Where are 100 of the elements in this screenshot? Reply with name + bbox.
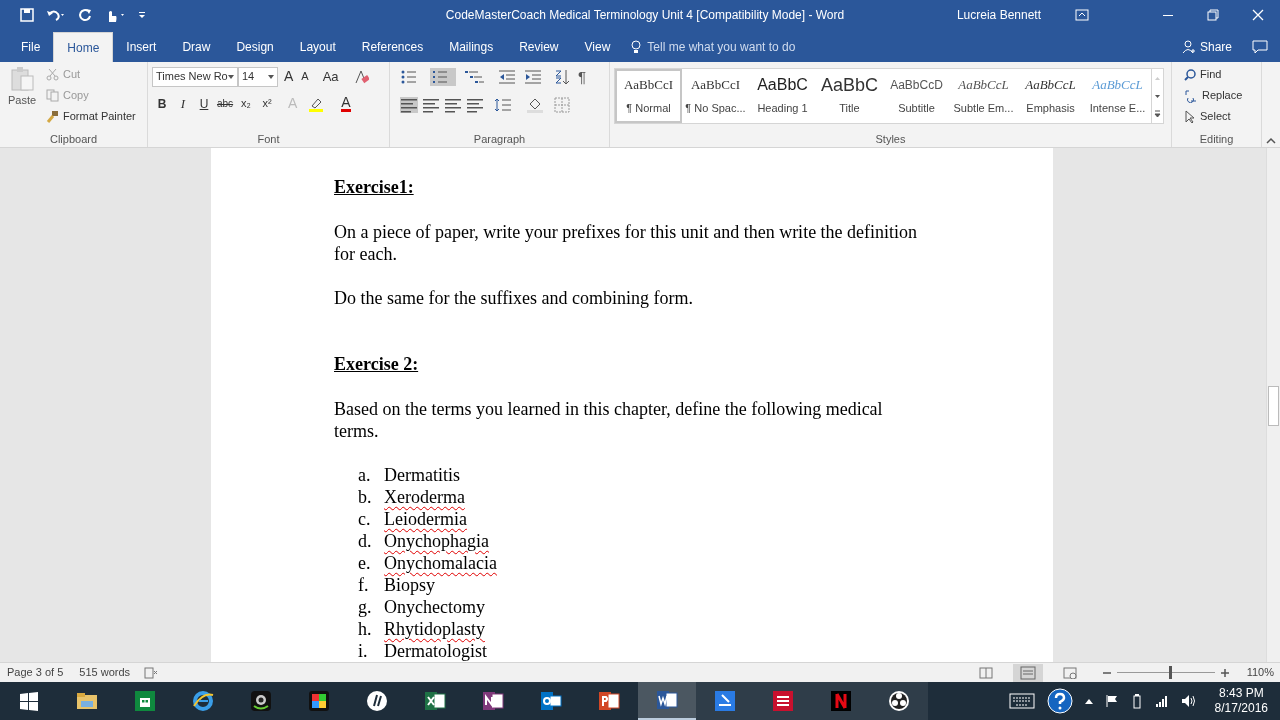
start-icon[interactable] [18, 690, 40, 712]
list-term: Dermatologist [384, 640, 487, 662]
grow-font-button[interactable]: A [282, 66, 296, 87]
align-left-icon[interactable] [400, 96, 418, 113]
word-count[interactable]: 515 words [79, 664, 131, 681]
store-icon[interactable] [134, 690, 156, 712]
help-icon[interactable] [1046, 688, 1073, 714]
italic-button[interactable]: I [175, 93, 191, 114]
clear-formatting-icon[interactable] [352, 68, 369, 85]
signal-icon[interactable] [1154, 695, 1169, 707]
multilevel-list-icon[interactable] [464, 69, 486, 86]
style-option[interactable]: AaBbCcI ¶ No Spac... [682, 69, 749, 123]
user-name[interactable]: Lucreia Bennett [956, 6, 1041, 24]
change-case-button[interactable]: Aa [318, 66, 343, 87]
volume-icon[interactable] [1180, 694, 1197, 708]
flag-icon[interactable] [1104, 694, 1119, 708]
font-name-field[interactable]: Times New Ro [152, 66, 238, 87]
zoom-level[interactable]: 110% [1246, 664, 1274, 681]
folder-icon[interactable] [76, 690, 98, 712]
undo-icon[interactable] [46, 8, 66, 22]
align-right-icon[interactable] [444, 96, 462, 113]
style-option[interactable]: AaBbCcI ¶ Normal [615, 69, 682, 123]
ribbon-tab[interactable]: Layout [286, 32, 349, 62]
ribbon-tab[interactable]: Mailings [436, 32, 507, 62]
exercise-heading: Exercise1: [334, 176, 415, 198]
ribbon-tab[interactable]: File [8, 32, 54, 62]
dropdown-icon [228, 74, 234, 79]
web-layout-icon[interactable] [1062, 666, 1077, 679]
sort-icon[interactable] [554, 69, 570, 86]
browser-icon[interactable] [192, 690, 214, 712]
close-icon[interactable] [1252, 9, 1264, 21]
group-label: Font [257, 131, 280, 147]
body-paragraph: On a piece of paper, write your prefixes for this unit and then write the definition for each. [334, 221, 919, 265]
vertical-scrollbar[interactable] [1266, 148, 1280, 662]
style-option[interactable]: AaBbCcL Emphasis [1017, 69, 1084, 123]
save-icon[interactable] [20, 8, 34, 22]
style-option[interactable]: AaBbCcL Intense E... [1084, 69, 1151, 123]
collapse-ribbon-icon[interactable] [1266, 137, 1276, 145]
superscript-button[interactable]: x² [259, 95, 275, 112]
read-mode-icon[interactable] [978, 666, 993, 679]
ribbon-tab[interactable]: Design [223, 32, 287, 62]
decrease-indent-icon[interactable] [498, 69, 516, 86]
proofing-icon[interactable] [144, 666, 159, 679]
ribbon-display-icon[interactable] [1075, 9, 1089, 21]
list-term: Onychomalacia [384, 552, 497, 574]
bold-button[interactable]: B [154, 94, 170, 113]
ribbon-tab[interactable]: Review [506, 32, 572, 62]
shrink-font-button[interactable]: A [299, 68, 311, 85]
group-label: Clipboard [49, 131, 98, 147]
redo-icon[interactable] [78, 8, 92, 22]
justify-icon[interactable] [466, 96, 484, 113]
list-marker: b. [358, 486, 373, 508]
body-paragraph: Based on the terms you learned in this chapter, define the following medical terms. [334, 398, 884, 442]
strikethrough-button[interactable]: abc [217, 96, 233, 111]
scanner-icon[interactable] [714, 690, 736, 712]
ribbon-tab[interactable]: Home [53, 32, 114, 62]
notebook-icon[interactable] [482, 690, 504, 712]
font-color-button[interactable]: A [341, 95, 351, 112]
group-label: Paragraph [473, 131, 526, 147]
mail-app-icon[interactable] [540, 690, 562, 712]
ribbon-tab[interactable]: References [348, 32, 437, 62]
style-option[interactable]: AaBbC Title [816, 69, 883, 123]
show-hidden-icon[interactable] [1084, 698, 1093, 704]
zoom-slider[interactable] [1116, 666, 1215, 679]
ribbon-tab[interactable]: View [571, 32, 624, 62]
reader-icon[interactable] [772, 690, 794, 712]
underline-button[interactable]: U [196, 94, 212, 113]
customize-icon[interactable] [138, 10, 146, 20]
ribbon-tab[interactable]: Insert [113, 32, 170, 62]
puzzle-icon[interactable] [308, 690, 330, 712]
paste-button[interactable]: Paste [4, 66, 40, 131]
document-app-icon[interactable] [656, 689, 678, 711]
comments-icon[interactable] [1252, 40, 1268, 54]
style-option[interactable]: AaBbC Heading 1 [749, 69, 816, 123]
webcam-icon[interactable] [250, 690, 272, 712]
restore-icon[interactable] [1207, 9, 1219, 21]
streaming-app-icon[interactable] [830, 690, 852, 712]
page-count[interactable]: Page 3 of 5 [7, 664, 64, 681]
search-icon [1184, 68, 1196, 81]
format-painter-button[interactable]: Format Painter [46, 108, 136, 125]
subscript-button[interactable]: x₂ [238, 95, 254, 112]
center-icon[interactable] [422, 96, 440, 113]
select-button[interactable]: Select [1184, 108, 1243, 125]
numbering-icon[interactable] [430, 68, 456, 87]
find-button[interactable]: Find [1184, 66, 1243, 83]
clock[interactable]: 8:43 PM 8/17/2016 [1214, 686, 1268, 716]
style-option[interactable]: AaBbCcL Subtle Em... [950, 69, 1017, 123]
share-button[interactable]: Share [1181, 38, 1232, 56]
ribbon-tab[interactable]: Draw [169, 32, 224, 62]
spreadsheet-icon[interactable] [424, 690, 446, 712]
font-size-field[interactable]: 14 [238, 66, 278, 87]
increase-indent-icon[interactable] [524, 69, 542, 86]
style-option[interactable]: AaBbCcD Subtitle [883, 69, 950, 123]
recorder-icon[interactable] [888, 690, 910, 712]
presentation-icon[interactable] [598, 690, 620, 712]
keyboard-icon[interactable] [1008, 693, 1035, 709]
replace-button[interactable]: Replace [1184, 87, 1243, 104]
tell-me-field[interactable]: Tell me what you want to do [631, 32, 796, 62]
zoom-in-button[interactable] [1220, 668, 1229, 677]
show-formatting-button[interactable]: ¶ [578, 66, 587, 89]
